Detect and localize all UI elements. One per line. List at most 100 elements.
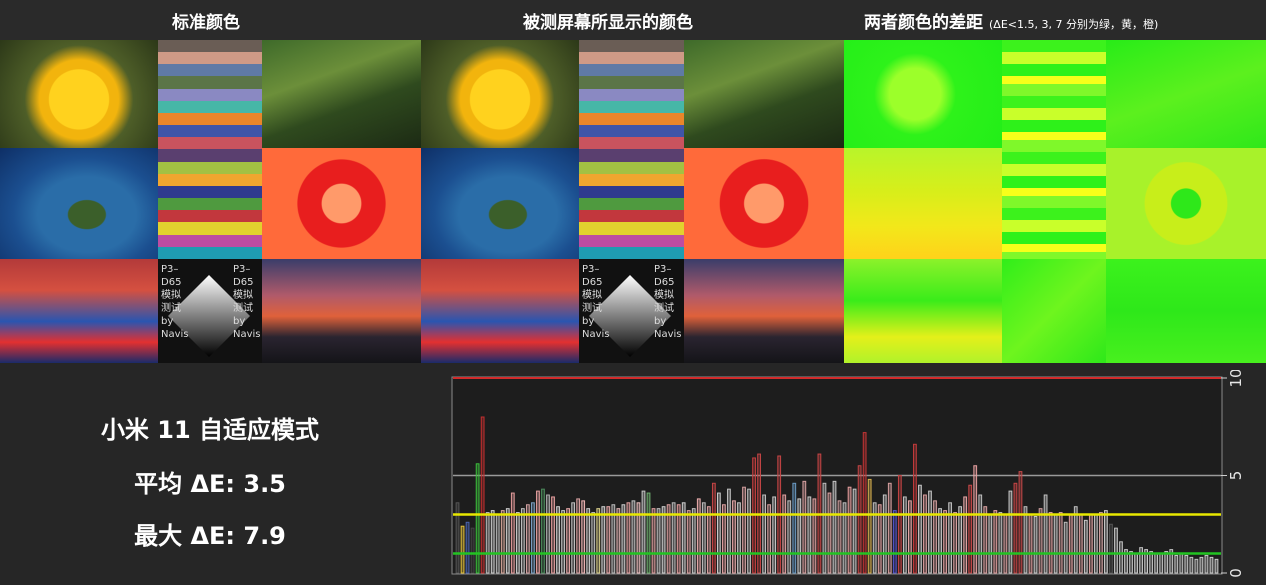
flower-image [0,40,158,148]
test-label-left: P3– D65 模拟 测试 by Navis [582,264,610,340]
data-bar [907,500,912,574]
data-bar [897,475,902,574]
data-bar [696,498,701,574]
color-difference-title: 两者颜色的差距 (ΔE<1.5, 3, 7 分别为绿，黄，橙) [864,8,1158,33]
color-stripe [158,198,262,211]
data-bar [470,527,475,574]
papercut-image [262,148,421,259]
data-bar [938,508,942,574]
data-bar [541,488,545,574]
color-stripe [579,76,684,89]
color-stripe [579,125,684,138]
data-bar [1199,556,1204,574]
data-bar [867,478,872,574]
data-bar [837,500,842,574]
data-bar [490,510,495,574]
garden-image [684,40,844,148]
data-bar [1114,527,1118,574]
color-stripe [579,185,684,199]
color-stripe [158,149,262,162]
data-bar [691,508,696,574]
color-stripe [158,137,262,150]
data-bar [943,510,947,574]
color-stripe [158,161,262,174]
color-stripe [579,246,684,259]
data-bar [1194,558,1199,574]
data-bar [1003,514,1008,574]
delta-e-bar-chart: 0 5 10 [451,370,1245,578]
pattern-diff [1002,259,1106,363]
data-bar [515,512,520,574]
data-bar [656,508,661,574]
data-bar [787,500,792,574]
color-stripe [158,52,262,65]
bridge-image [684,259,844,363]
data-bar [958,506,963,574]
data-bar [1068,514,1073,574]
y-tick-label: 5 [1227,471,1245,481]
difference-map-panel [844,40,1266,363]
data-bar [561,510,565,574]
data-bar [862,432,867,574]
data-bar [852,488,857,574]
data-bar [711,482,716,574]
data-bar [596,508,601,574]
color-stripe [158,173,262,186]
color-stripe [158,185,262,199]
data-bar [1209,556,1214,574]
data-bar [706,506,711,574]
data-bar [822,482,827,574]
data-bar [857,465,862,574]
data-bar [1184,554,1189,574]
color-stripe [579,198,684,211]
color-stripe [579,234,684,247]
data-bar [762,494,767,574]
data-bar [797,498,802,574]
data-bar [646,492,651,574]
data-bar [1093,514,1098,574]
island-image [421,148,579,259]
data-bar [616,508,621,574]
color-stripe [158,222,262,235]
p3-test-pattern: P3– D65 模拟 测试 by Navis P3– D65 模拟 测试 by Navis [158,259,262,363]
maximum-delta-e: 最大 ΔE: 7.9 [134,522,286,550]
bridge-diff [1106,259,1266,363]
color-stripe [158,64,262,77]
garden-diff [1106,40,1266,148]
data-bar [747,488,751,574]
data-bar [556,506,560,574]
data-bar [792,482,797,574]
color-stripe [579,52,684,65]
data-bar [812,498,817,574]
data-bar [576,498,581,574]
data-bar [536,490,540,574]
data-bar [651,508,656,574]
data-bar [953,512,958,574]
measured-colors-title: 被测屏幕所显示的颜色 [523,13,693,33]
data-bar [1073,506,1078,574]
data-bar [1098,512,1103,574]
data-bar [1164,551,1169,574]
data-bar [847,486,852,574]
y-tick-label: 0 [1227,568,1245,578]
average-delta-e: 平均 ΔE: 3.5 [134,470,286,498]
island-image [0,148,158,259]
bridge-image [262,259,421,363]
garden-image [262,40,421,148]
data-bar [1214,558,1219,574]
standard-colors-panel: P3– D65 模拟 测试 by Navis P3– D65 模拟 测试 by Navis [0,40,421,363]
data-bar [1008,490,1013,574]
data-bar [807,496,812,574]
data-bar [641,490,646,574]
data-bar [882,494,887,574]
data-bar [1159,553,1164,574]
color-stripe [158,125,262,138]
data-bar [1139,547,1143,574]
data-bar [1048,512,1053,574]
data-bar [546,494,550,574]
measured-colors-panel: P3– D65 模拟 测试 by Navis P3– D65 模拟 测试 by Navis [421,40,844,363]
data-bar [1033,515,1038,574]
data-bar [963,496,968,574]
data-bar [485,512,490,574]
data-bar [1088,514,1093,574]
